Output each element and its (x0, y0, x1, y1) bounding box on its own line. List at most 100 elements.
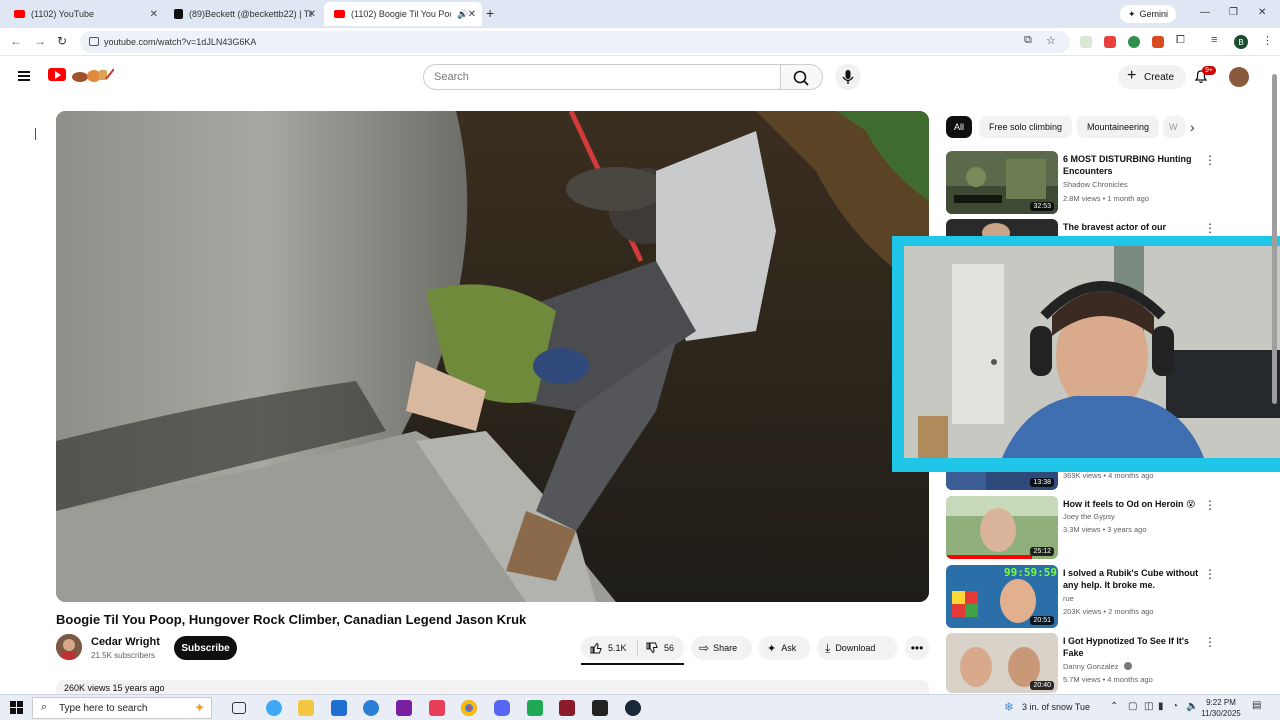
chip-all[interactable]: All (946, 116, 972, 138)
minimize-icon[interactable]: — (1200, 7, 1210, 18)
spotify-app-icon[interactable] (527, 700, 543, 716)
network-icon[interactable]: ◔ (1172, 701, 1178, 712)
install-app-icon[interactable]: ⧉ (1024, 34, 1032, 47)
extension-icon[interactable] (1080, 36, 1092, 48)
speaker-icon[interactable]: 🔊 (457, 9, 468, 20)
subscribe-button[interactable]: Subscribe (174, 636, 237, 660)
close-tab-icon[interactable]: ✕ (150, 9, 158, 20)
tray-chevron-icon[interactable]: ⌃ (1110, 701, 1118, 712)
recommendation-title: 6 MOST DISTURBING Hunting Encounters (1063, 154, 1192, 176)
search-input[interactable]: Search (423, 64, 781, 90)
browser-toolbar: ← → ↻ youtube.com/watch?v=1dJLN43G6KA ⧉ … (0, 28, 1280, 56)
extensions-puzzle-icon[interactable]: ⧠ (1176, 34, 1185, 47)
new-tab-button[interactable]: + (486, 5, 494, 21)
recommendation-thumbnail[interactable]: 13:38 (946, 472, 1058, 490)
epic-games-icon[interactable] (592, 700, 608, 716)
share-button[interactable]: ⇨ Share (691, 636, 752, 660)
browser-menu-icon[interactable]: ⋮ (1262, 34, 1273, 47)
taskbar-search-input[interactable]: ⌕ Type here to search ✦ (32, 697, 212, 719)
download-button[interactable]: ⤓ Download (817, 636, 897, 660)
recommendation-thumbnail[interactable] (946, 219, 1058, 237)
recommendation-thumbnail[interactable]: 32:53 (946, 151, 1058, 214)
next-app-icon[interactable] (396, 700, 412, 716)
recommendation-thumbnail[interactable]: 99:59:59 20:51 (946, 565, 1058, 628)
site-info-icon[interactable] (89, 37, 99, 46)
chrome-icon[interactable] (461, 700, 477, 716)
browser-tab-active-video[interactable]: (1102) Boogie Til You Poop 🔊 ✕ (324, 2, 482, 26)
more-actions-icon[interactable]: ••• (905, 636, 929, 660)
browser-tab-tiktok[interactable]: (89)Beckett (@beckettb22) | TikTok ✕ (164, 2, 322, 26)
thanksgiving-doodle-icon[interactable] (68, 67, 114, 83)
windows-start-icon[interactable] (10, 701, 23, 714)
snowflake-weather-icon: ❄ (1004, 700, 1015, 714)
search-button[interactable] (781, 64, 823, 90)
scrollbar-thumb[interactable] (1272, 74, 1277, 404)
recommendation-item[interactable]: 99:59:59 20:51 I solved a Rubik's Cube w… (946, 565, 1216, 628)
recommendation-item[interactable]: The bravest actor of our ⋮ (946, 219, 1216, 237)
channel-name[interactable]: Cedar Wright (91, 636, 160, 648)
voice-search-button[interactable] (835, 64, 861, 90)
more-options-icon[interactable]: ⋮ (1204, 635, 1216, 649)
more-options-icon[interactable]: ⋮ (1204, 498, 1216, 512)
recommendation-item[interactable]: 20:40 I Got Hypnotized To See If It's Fa… (946, 633, 1216, 693)
tray-app-icon[interactable]: ◫ (1144, 701, 1153, 712)
task-view-icon[interactable] (232, 702, 246, 714)
tray-app-icon[interactable]: ▢ (1128, 701, 1137, 712)
chip-free-solo-climbing[interactable]: Free solo climbing (979, 116, 1073, 138)
notification-center-icon[interactable]: ▤ (1252, 700, 1261, 711)
reload-icon[interactable]: ↻ (57, 34, 67, 48)
steam-icon[interactable] (625, 700, 641, 716)
youtube-logo[interactable] (48, 68, 66, 81)
user-avatar[interactable] (1229, 67, 1249, 87)
recommendation-item[interactable]: 32:53 6 MOST DISTURBING Hunting Encounte… (946, 151, 1216, 214)
system-clock[interactable]: 9:22 PM 11/30/2025 (1195, 697, 1247, 719)
discord-icon[interactable] (494, 700, 510, 716)
recommendation-meta: 369K views • 4 months ago (1063, 471, 1154, 480)
more-options-icon[interactable]: ⋮ (1204, 567, 1216, 581)
bookmark-star-icon[interactable]: ☆ (1046, 34, 1056, 47)
file-explorer-icon[interactable] (298, 700, 314, 716)
recommendation-item[interactable]: 25:12 How it feels to Od on Heroin 😵 Joe… (946, 496, 1216, 559)
copilot-icon[interactable] (266, 700, 282, 716)
close-window-icon[interactable]: ✕ (1258, 7, 1266, 18)
game-app-icon[interactable] (559, 700, 575, 716)
extension-icon[interactable] (1104, 36, 1116, 48)
channel-avatar[interactable] (56, 634, 82, 660)
close-tab-icon[interactable]: ✕ (468, 9, 476, 20)
video-player[interactable] (56, 111, 929, 602)
browser-profile-avatar[interactable]: B (1234, 35, 1248, 49)
address-bar[interactable]: youtube.com/watch?v=1dJLN43G6KA (80, 31, 1070, 53)
chip-partial[interactable]: W (1163, 116, 1185, 138)
forward-icon[interactable]: → (34, 34, 46, 48)
store-icon[interactable] (331, 700, 347, 716)
create-button[interactable]: + Create (1118, 65, 1187, 89)
browser-tab-youtube-home[interactable]: (1102) YouTube ✕ (4, 2, 164, 26)
back-icon[interactable]: ← (10, 34, 22, 48)
battery-icon[interactable]: ▮ (1158, 701, 1164, 712)
outlook-icon[interactable] (363, 700, 379, 716)
dislike-button[interactable]: 56 (639, 636, 684, 660)
recommendation-thumbnail[interactable]: 25:12 (946, 496, 1058, 559)
more-options-icon[interactable]: ⋮ (1204, 221, 1216, 235)
ask-button[interactable]: ✦ Ask (759, 636, 810, 660)
extension-icon[interactable] (1152, 36, 1164, 48)
more-options-icon[interactable]: ⋮ (1204, 153, 1216, 167)
taskbar-search-placeholder: Type here to search (59, 702, 148, 714)
recommendation-thumbnail[interactable]: 20:40 (946, 633, 1058, 693)
chip-mountaineering[interactable]: Mountaineering (1077, 116, 1160, 138)
chevron-right-icon[interactable]: › (1190, 119, 1195, 135)
recommendation-item[interactable]: 13:38 369K views • 4 months ago (946, 471, 1216, 490)
close-tab-icon[interactable]: ✕ (308, 9, 316, 20)
gemini-button[interactable]: ✦ Gemini (1120, 5, 1177, 23)
description-box[interactable]: 260K views 15 years ago (56, 680, 929, 694)
weather-text[interactable]: 3 in. of snow Tue (1022, 702, 1090, 712)
extension-icon[interactable] (1128, 36, 1140, 48)
tab-label: (89)Beckett (@beckettb22) | TikTok (189, 9, 312, 19)
like-button[interactable]: 5.1K (581, 636, 637, 660)
hamburger-menu-icon[interactable] (18, 71, 30, 81)
like-ratio-bar (581, 663, 684, 665)
maximize-icon[interactable]: ❐ (1229, 7, 1238, 18)
music-app-icon[interactable] (429, 700, 445, 716)
tab-search-icon[interactable]: ≡ (1211, 34, 1217, 46)
thumbs-down-icon (646, 642, 658, 654)
